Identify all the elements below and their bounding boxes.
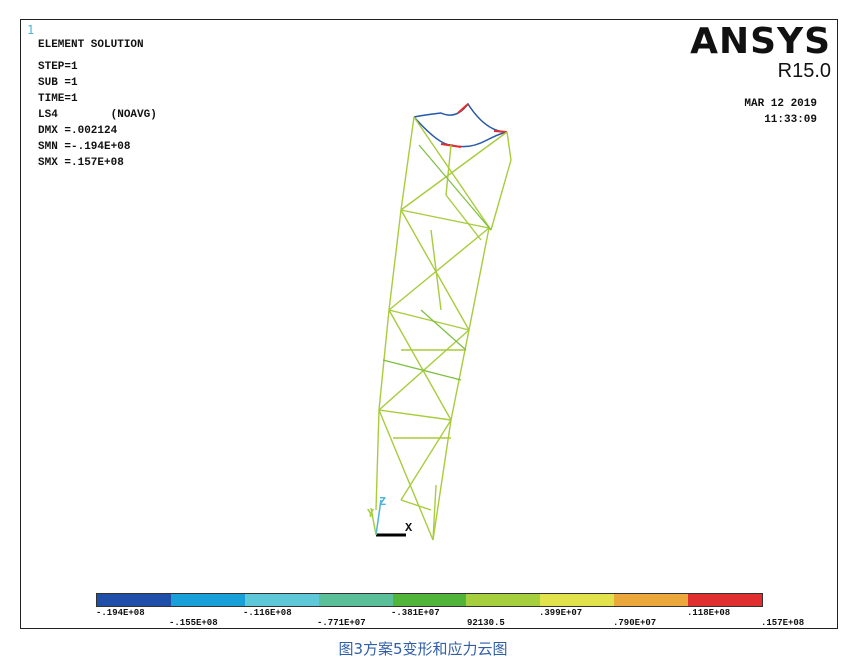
legend-band-2 [170, 594, 245, 606]
legend-label-top-2: -.116E+08 [243, 608, 292, 618]
legend-label-bottom-4: .790E+07 [613, 618, 657, 628]
axis-y-label: Y [367, 507, 375, 521]
truss-members [375, 116, 512, 541]
legend-band-9 [688, 594, 763, 606]
legend-band-5 [392, 594, 467, 606]
top-opening-red [457, 103, 469, 114]
axis-x-label: X [405, 521, 413, 535]
legend-band-6 [466, 594, 541, 606]
legend-band-8 [614, 594, 689, 606]
legend-label-bottom-5: .157E+08 [761, 618, 805, 628]
legend-label-bottom-3: 92130.5 [467, 618, 505, 628]
figure-caption: 图3方案5变形和应力云图 [338, 640, 508, 658]
legend-label-top-4: .399E+07 [539, 608, 583, 618]
legend-band-1 [97, 594, 171, 606]
legend-label-bottom-1: -.155E+08 [169, 618, 218, 628]
legend-label-top-1: -.194E+08 [96, 608, 145, 618]
top-opening-red-2 [493, 130, 508, 133]
graphics-window[interactable]: 1 ELEMENT SOLUTION STEP=1 SUB =1 TIME=1 … [20, 19, 838, 629]
truss-members-dark [382, 144, 492, 381]
legend-label-top-3: -.381E+07 [391, 608, 440, 618]
contour-legend-bar [96, 593, 763, 607]
legend-band-7 [540, 594, 615, 606]
truss-model-plot[interactable]: X Y Z [21, 20, 839, 630]
legend-label-bottom-2: -.771E+07 [317, 618, 366, 628]
legend-band-3 [244, 594, 319, 606]
legend-label-top-5: .118E+08 [687, 608, 731, 618]
axis-z-label: Z [379, 495, 386, 509]
legend-band-4 [318, 594, 393, 606]
